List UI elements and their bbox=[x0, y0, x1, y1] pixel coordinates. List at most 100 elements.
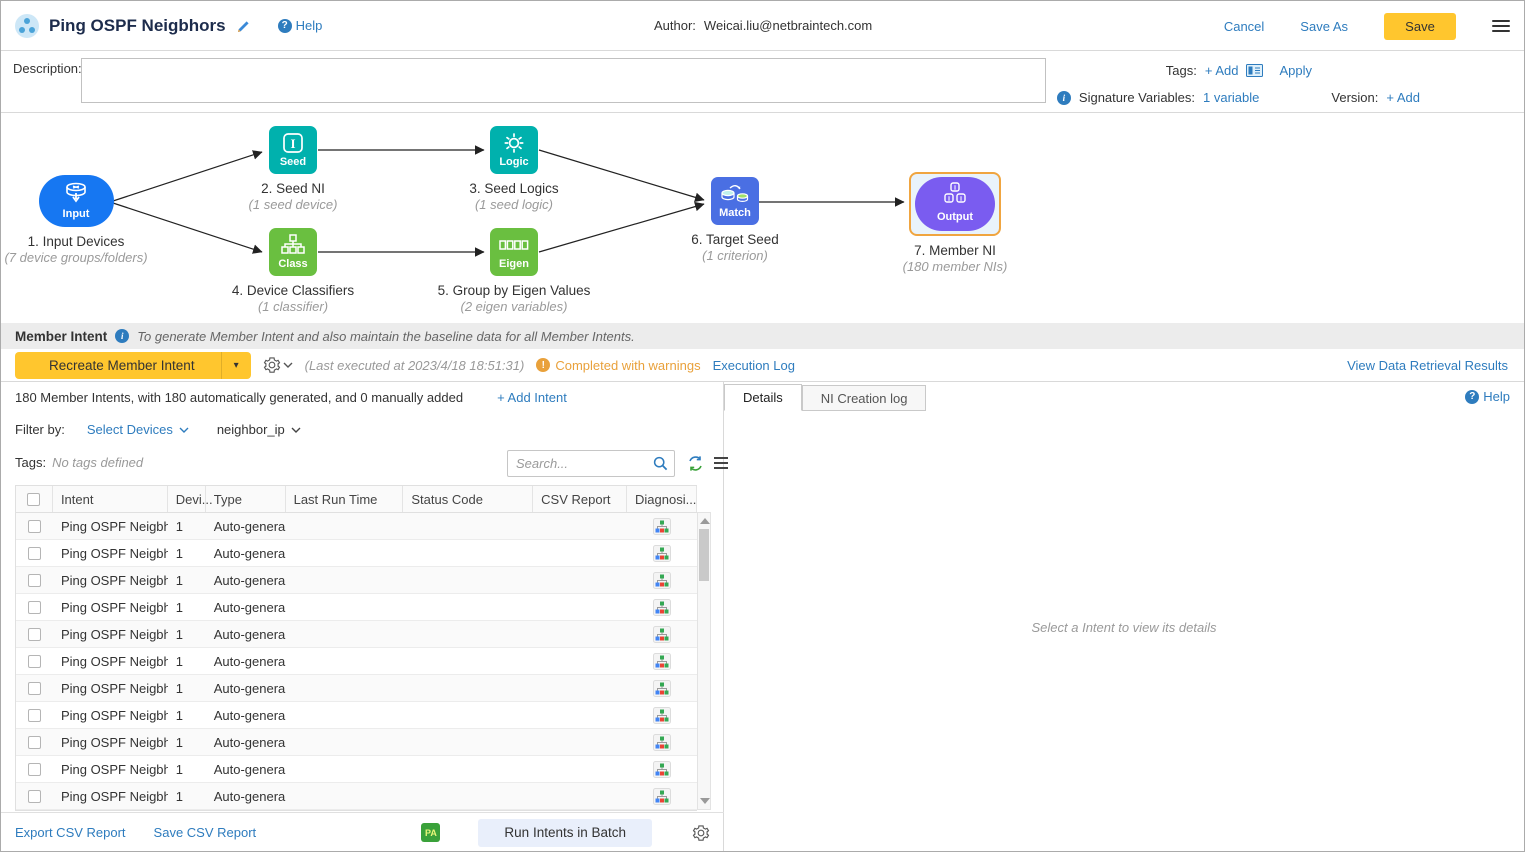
row-devices-count: 1 bbox=[168, 546, 206, 561]
table-row[interactable]: Ping OSPF Neigbho... 1 Auto-genera... bbox=[16, 648, 697, 675]
table-row[interactable]: Ping OSPF Neigbho... 1 Auto-genera... bbox=[16, 675, 697, 702]
row-checkbox[interactable] bbox=[28, 763, 41, 776]
save-button[interactable]: Save bbox=[1384, 13, 1456, 40]
save-csv-report-link[interactable]: Save CSV Report bbox=[154, 825, 257, 840]
tags-label: Tags: bbox=[1166, 63, 1197, 78]
diagnosis-tree-icon[interactable] bbox=[653, 518, 671, 535]
table-row[interactable]: Ping OSPF Neigbho... 1 Auto-genera... bbox=[16, 621, 697, 648]
add-intent-button[interactable]: + Add Intent bbox=[497, 390, 567, 405]
table-row[interactable]: Ping OSPF Neigbho... 1 Auto-genera... bbox=[16, 540, 697, 567]
output-icon: I I I bbox=[940, 182, 970, 210]
col-type[interactable]: Type bbox=[206, 486, 286, 512]
row-checkbox[interactable] bbox=[28, 574, 41, 587]
flow-node-group-by-eigen[interactable]: Eigen 5. Group by Eigen Values (2 eigen … bbox=[419, 228, 609, 314]
execution-log-link[interactable]: Execution Log bbox=[713, 358, 795, 373]
table-row[interactable]: Ping OSPF Neigbho... 1 Auto-genera... bbox=[16, 729, 697, 756]
flow-node-device-classifiers[interactable]: Class 4. Device Classifiers (1 classifie… bbox=[198, 228, 388, 314]
recreate-dropdown-caret[interactable]: ▾ bbox=[221, 352, 251, 379]
cancel-button[interactable]: Cancel bbox=[1224, 19, 1264, 34]
tags-list-icon[interactable] bbox=[1246, 64, 1263, 77]
row-devices-count: 1 bbox=[168, 573, 206, 588]
row-intent-name[interactable]: Ping OSPF Neigbho... bbox=[53, 546, 168, 561]
col-devices[interactable]: Devi... bbox=[168, 486, 206, 512]
row-intent-name[interactable]: Ping OSPF Neigbho... bbox=[53, 519, 168, 534]
header-help[interactable]: ? Help bbox=[278, 18, 323, 33]
signature-value-link[interactable]: 1 variable bbox=[1203, 90, 1259, 105]
row-checkbox[interactable] bbox=[28, 520, 41, 533]
flow-node-seed-ni[interactable]: I Seed 2. Seed NI (1 seed device) bbox=[198, 126, 388, 212]
tags-add-button[interactable]: + Add bbox=[1205, 63, 1239, 78]
description-input[interactable] bbox=[81, 58, 1046, 103]
flow-node-member-ni[interactable]: I I I Output 7. Member NI (180 member NI… bbox=[860, 172, 1050, 274]
tab-details[interactable]: Details bbox=[724, 384, 802, 411]
diagnosis-tree-icon[interactable] bbox=[653, 653, 671, 670]
col-intent[interactable]: Intent bbox=[53, 486, 168, 512]
table-row[interactable]: Ping OSPF Neigbho... 1 Auto-genera... bbox=[16, 783, 697, 810]
diagnosis-tree-icon[interactable] bbox=[653, 626, 671, 643]
select-devices-dropdown[interactable]: Select Devices bbox=[87, 422, 189, 437]
tab-ni-creation-log[interactable]: NI Creation log bbox=[802, 385, 927, 411]
search-input[interactable] bbox=[508, 456, 653, 471]
diagnosis-tree-icon[interactable] bbox=[653, 680, 671, 697]
table-header: Intent Devi... Type Last Run Time Status… bbox=[16, 486, 697, 513]
col-last-run-time[interactable]: Last Run Time bbox=[286, 486, 404, 512]
table-row[interactable]: Ping OSPF Neigbho... 1 Auto-genera... bbox=[16, 594, 697, 621]
row-checkbox[interactable] bbox=[28, 547, 41, 560]
details-help[interactable]: ? Help bbox=[1465, 389, 1510, 404]
table-row[interactable]: Ping OSPF Neigbho... 1 Auto-genera... bbox=[16, 567, 697, 594]
col-csv-report[interactable]: CSV Report bbox=[533, 486, 627, 512]
row-type: Auto-genera... bbox=[206, 654, 286, 669]
recreate-member-intent-button[interactable]: Recreate Member Intent ▾ bbox=[15, 352, 251, 379]
row-checkbox[interactable] bbox=[28, 655, 41, 668]
flow-node-seed-logics[interactable]: Logic 3. Seed Logics (1 seed logic) bbox=[419, 126, 609, 212]
flow-node-input-devices[interactable]: Input 1. Input Devices (7 device groups/… bbox=[0, 175, 171, 265]
scroll-down-arrow[interactable] bbox=[700, 798, 710, 804]
table-row[interactable]: Ping OSPF Neigbho... 1 Auto-genera... bbox=[16, 513, 697, 540]
scrollbar-thumb[interactable] bbox=[699, 529, 709, 581]
row-intent-name[interactable]: Ping OSPF Neigbho... bbox=[53, 627, 168, 642]
table-scrollbar[interactable] bbox=[697, 512, 711, 810]
row-type: Auto-genera... bbox=[206, 546, 286, 561]
export-csv-report-link[interactable]: Export CSV Report bbox=[15, 825, 126, 840]
col-diagnosis[interactable]: Diagnosi... bbox=[627, 486, 697, 512]
row-intent-name[interactable]: Ping OSPF Neigbho... bbox=[53, 735, 168, 750]
row-intent-name[interactable]: Ping OSPF Neigbho... bbox=[53, 762, 168, 777]
view-data-retrieval-results-link[interactable]: View Data Retrieval Results bbox=[1347, 358, 1508, 373]
table-row[interactable]: Ping OSPF Neigbho... 1 Auto-genera... bbox=[16, 756, 697, 783]
row-checkbox[interactable] bbox=[28, 682, 41, 695]
run-intents-in-batch-button[interactable]: Run Intents in Batch bbox=[478, 819, 652, 847]
col-status-code[interactable]: Status Code bbox=[403, 486, 533, 512]
menu-icon[interactable] bbox=[1492, 20, 1510, 33]
refresh-icon[interactable] bbox=[687, 455, 704, 472]
diagnosis-tree-icon[interactable] bbox=[653, 734, 671, 751]
neighbor-ip-dropdown[interactable]: neighbor_ip bbox=[217, 422, 301, 437]
table-row[interactable]: Ping OSPF Neigbho... 1 Auto-genera... bbox=[16, 702, 697, 729]
row-intent-name[interactable]: Ping OSPF Neigbho... bbox=[53, 573, 168, 588]
row-intent-name[interactable]: Ping OSPF Neigbho... bbox=[53, 708, 168, 723]
row-checkbox[interactable] bbox=[28, 601, 41, 614]
diagnosis-tree-icon[interactable] bbox=[653, 572, 671, 589]
row-intent-name[interactable]: Ping OSPF Neigbho... bbox=[53, 654, 168, 669]
recreate-settings-button[interactable] bbox=[263, 356, 293, 374]
diagnosis-tree-icon[interactable] bbox=[653, 788, 671, 805]
edit-title-icon[interactable] bbox=[236, 18, 252, 34]
batch-settings-button[interactable] bbox=[692, 824, 710, 842]
row-checkbox[interactable] bbox=[28, 628, 41, 641]
version-add-button[interactable]: + Add bbox=[1386, 90, 1420, 105]
row-intent-name[interactable]: Ping OSPF Neigbho... bbox=[53, 600, 168, 615]
diagnosis-tree-icon[interactable] bbox=[653, 545, 671, 562]
row-checkbox[interactable] bbox=[28, 709, 41, 722]
row-intent-name[interactable]: Ping OSPF Neigbho... bbox=[53, 681, 168, 696]
save-as-button[interactable]: Save As bbox=[1300, 19, 1348, 34]
row-intent-name[interactable]: Ping OSPF Neigbho... bbox=[53, 789, 168, 804]
search-icon[interactable] bbox=[653, 456, 674, 471]
row-checkbox[interactable] bbox=[28, 736, 41, 749]
flow-node-target-seed[interactable]: Match 6. Target Seed (1 criterion) bbox=[640, 177, 830, 263]
diagnosis-tree-icon[interactable] bbox=[653, 599, 671, 616]
diagnosis-tree-icon[interactable] bbox=[653, 707, 671, 724]
scroll-up-arrow[interactable] bbox=[700, 518, 710, 524]
select-all-checkbox[interactable] bbox=[27, 493, 40, 506]
diagnosis-tree-icon[interactable] bbox=[653, 761, 671, 778]
tags-apply-button[interactable]: Apply bbox=[1279, 63, 1312, 78]
row-checkbox[interactable] bbox=[28, 790, 41, 803]
